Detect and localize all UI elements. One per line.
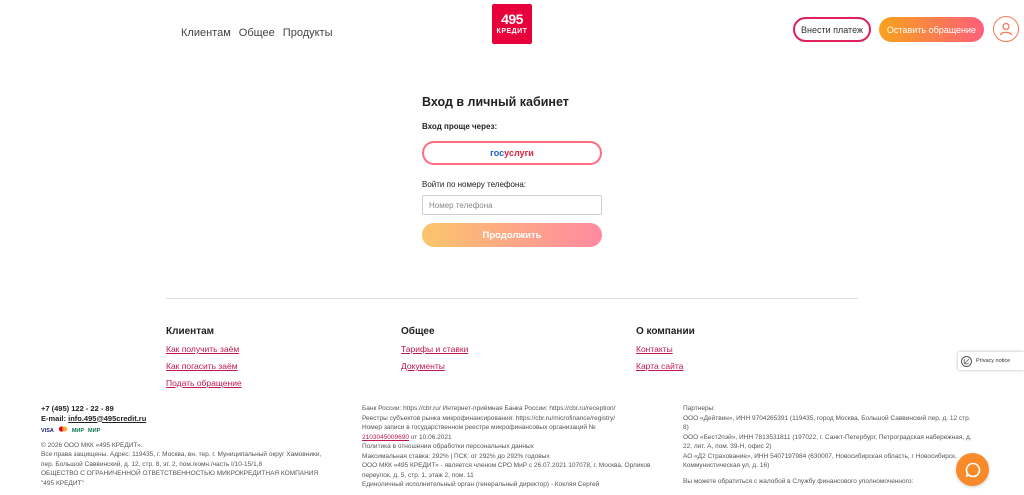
footer-link-submit-appeal[interactable]: Подать обращение <box>166 378 242 388</box>
nav-item-products[interactable]: Продукты <box>283 27 333 39</box>
partner-line: Вы можете обратиться с жалобой в Службу … <box>683 477 914 485</box>
footer-legal: Банк России: https://cbr.ru/ Интернет-пр… <box>362 404 657 490</box>
phone-login-label: Войти по номеру телефона: <box>422 180 527 189</box>
mir-icon: МИР <box>88 427 101 434</box>
registry-date: от 10.06.2021 <box>409 433 452 441</box>
chat-widget-button[interactable] <box>956 453 989 486</box>
registry-number-link[interactable]: 2103045009690 <box>362 434 409 441</box>
footer-phone[interactable]: +7 (495) 122 - 22 - 89 <box>41 404 331 414</box>
mir-icon: МИР <box>71 427 85 434</box>
continue-button[interactable]: Продолжить <box>422 223 602 247</box>
mastercard-icon <box>58 426 68 437</box>
partner-line: ООО «Бест2пэй», ИНН 7813531811 (197022, … <box>683 433 972 451</box>
nav-item-clients[interactable]: Клиентам <box>181 27 231 39</box>
partner-line: ООО «Дейтвин», ИНН 9704265391 (119435, г… <box>683 414 971 432</box>
partners-title: Партнеры: <box>683 405 716 412</box>
footer-divider <box>166 298 858 299</box>
legal-line: Реестры субъектов рынка микрофинансирова… <box>362 414 616 422</box>
payment-icons: VISA МИР МИР <box>41 426 331 437</box>
partner-line: АО «Д2 Страхование», ИНН 5407197984 (630… <box>683 452 957 470</box>
footer-email: E-mail: info.495@495credit.ru <box>41 414 331 424</box>
footer-column-clients: Клиентам Как получить заём Как погасить … <box>166 326 242 395</box>
company-name: ОБЩЕСТВО С ОГРАНИЧЕННОЙ ОТВЕТСТВЕННОСТЬЮ… <box>41 470 319 487</box>
privacy-icon <box>961 355 972 367</box>
login-easy-label: Вход проще через: <box>422 122 498 131</box>
site-header: Клиентам Общее Продукты 495 КРЕДИТ Внест… <box>0 0 1024 64</box>
legal-line: 2103045009690 от 10.06.2021 <box>362 433 657 443</box>
leave-appeal-button[interactable]: Оставить обращение <box>879 17 984 42</box>
footer-column-title: Общее <box>401 326 435 337</box>
footer-partners: Партнеры: ООО «Дейтвин», ИНН 9704265391 … <box>683 404 973 486</box>
logo-word: КРЕДИТ <box>496 28 528 35</box>
gosuslugi-part1: гос <box>490 148 505 158</box>
chat-icon <box>965 462 980 477</box>
footer-link-contacts[interactable]: Контакты <box>636 344 695 354</box>
legal-line: ООО МКК «495 КРЕДИТ» - является членом С… <box>362 462 651 479</box>
email-link[interactable]: info.495@495credit.ru <box>68 414 146 423</box>
legal-line: Банк России: https://cbr.ru/ Интернет-пр… <box>362 405 616 412</box>
email-label: E-mail: <box>41 413 67 423</box>
phone-input[interactable] <box>422 195 602 215</box>
footer-link-get-loan[interactable]: Как получить заём <box>166 344 242 354</box>
footer-link-tariffs[interactable]: Тарифы и ставки <box>401 344 468 354</box>
footer-link-documents[interactable]: Документы <box>401 361 468 371</box>
nav-item-general[interactable]: Общее <box>239 27 275 39</box>
legal-line[interactable]: Политика в отношении обработки персональ… <box>362 442 657 452</box>
login-panel: Вход в личный кабинет Вход проще через: … <box>422 95 602 247</box>
legal-line: Единоличный исполнительный орган (генера… <box>362 481 600 488</box>
copyright-text: © 2026 ООО МКК «495 КРЕДИТ». <box>41 441 143 449</box>
gosuslugi-login-button[interactable]: гос услуги <box>422 141 602 165</box>
footer-column-title: Клиентам <box>166 326 215 337</box>
rights-text: Все права защищены. Адрес: 119435, г. Мо… <box>41 451 322 468</box>
visa-icon: VISA <box>41 427 54 434</box>
footer-link-repay-loan[interactable]: Как погасить заём <box>166 361 242 371</box>
make-payment-button[interactable]: Внести платеж <box>793 17 871 42</box>
logo-number: 495 <box>501 11 523 27</box>
legal-line: Максимальная ставка: 292% | ПСК: от 292%… <box>362 452 550 460</box>
main-nav: Клиентам Общее Продукты <box>181 27 333 39</box>
footer-link-sitemap[interactable]: Карта сайта <box>636 361 695 371</box>
privacy-notice-label: Privacy notice <box>976 358 1011 364</box>
footer-column-about: О компании Контакты Карта сайта <box>636 326 695 378</box>
login-title: Вход в личный кабинет <box>422 95 569 109</box>
privacy-notice-badge[interactable]: Privacy notice <box>958 352 1024 370</box>
footer-column-title: О компании <box>636 326 695 337</box>
gosuslugi-part2: услуги <box>504 148 534 158</box>
site-logo[interactable]: 495 КРЕДИТ <box>492 4 532 44</box>
footer-contacts: +7 (495) 122 - 22 - 89 E-mail: info.495@… <box>41 404 331 488</box>
footer-column-general: Общее Тарифы и ставки Документы <box>401 326 468 378</box>
user-account-icon[interactable] <box>993 16 1019 42</box>
legal-line: Номер записи в государственном реестре м… <box>362 424 596 431</box>
